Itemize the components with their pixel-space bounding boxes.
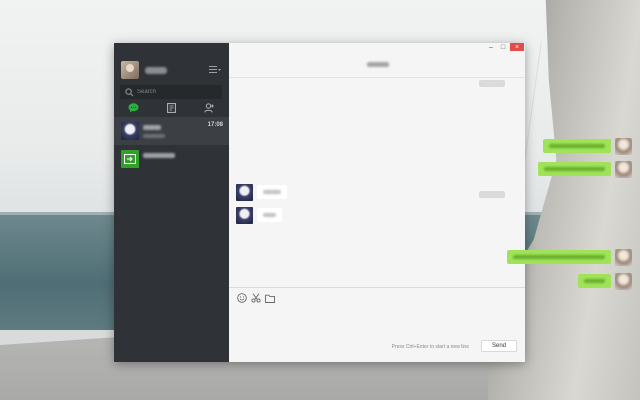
incoming-message-bubble[interactable] bbox=[257, 208, 282, 222]
contacts-book-icon bbox=[167, 103, 176, 113]
user-avatar[interactable] bbox=[121, 61, 139, 79]
outgoing-message-bubble[interactable] bbox=[543, 139, 611, 153]
outgoing-message-bubble[interactable] bbox=[507, 250, 611, 264]
my-avatar[interactable] bbox=[615, 138, 632, 155]
emoji-icon bbox=[237, 293, 247, 303]
header-divider bbox=[229, 77, 525, 78]
menu-icon[interactable] bbox=[209, 66, 221, 75]
tab-contacts-book[interactable] bbox=[152, 101, 190, 115]
message-text-blurred bbox=[584, 279, 605, 283]
incoming-message-bubble[interactable] bbox=[257, 185, 287, 199]
sidebar: 17:08 bbox=[114, 43, 229, 362]
chat-list-item[interactable]: 17:08 bbox=[114, 117, 229, 145]
sidebar-tabs bbox=[114, 101, 229, 115]
window-titlebar: – □ × bbox=[229, 43, 525, 53]
contact-avatar[interactable] bbox=[236, 184, 253, 201]
outgoing-message-bubble[interactable] bbox=[578, 274, 611, 288]
chat-name-blurred bbox=[143, 153, 175, 158]
wechat-window: 17:08 – □ × ·· ·· ·· ·· ·· ·· bbox=[114, 43, 632, 362]
time-separator: ·· ·· ·· bbox=[479, 80, 505, 87]
add-contact-icon bbox=[204, 103, 215, 113]
message-composer[interactable]: Press Ctrl+Enter to start a new line Sen… bbox=[229, 288, 525, 362]
message-text-blurred bbox=[549, 144, 605, 148]
maximize-button[interactable]: □ bbox=[498, 43, 508, 51]
file-transfer-icon bbox=[124, 154, 136, 164]
chat-avatar bbox=[121, 122, 139, 140]
chat-preview-blurred bbox=[143, 133, 165, 138]
profile bbox=[121, 60, 222, 80]
emoji-button[interactable] bbox=[237, 293, 247, 303]
tab-add-contact[interactable] bbox=[191, 101, 229, 115]
screenshot-button[interactable] bbox=[251, 293, 261, 303]
profile-name-blurred bbox=[145, 66, 167, 74]
close-button[interactable]: × bbox=[510, 43, 524, 51]
contact-avatar[interactable] bbox=[236, 207, 253, 224]
chat-meta-blurred bbox=[143, 124, 203, 138]
message-text-blurred bbox=[544, 167, 605, 171]
search-input[interactable] bbox=[137, 89, 217, 95]
chat-name-blurred bbox=[143, 124, 161, 130]
my-avatar[interactable] bbox=[615, 161, 632, 178]
chat-time: 17:08 bbox=[207, 122, 223, 128]
search-box[interactable] bbox=[120, 85, 222, 99]
chat-bubble-icon bbox=[128, 103, 139, 113]
my-avatar[interactable] bbox=[615, 249, 632, 266]
chat-title-blurred bbox=[367, 62, 389, 67]
send-button[interactable]: Send bbox=[481, 340, 517, 352]
folder-icon bbox=[265, 294, 275, 303]
chat-panel: – □ × ·· ·· ·· ·· ·· ·· Press Ctrl+Enter… bbox=[229, 43, 632, 362]
time-separator: ·· ·· ·· bbox=[479, 191, 505, 198]
outgoing-message-bubble[interactable] bbox=[538, 162, 611, 176]
file-transfer-avatar bbox=[121, 150, 139, 168]
search-icon bbox=[125, 87, 134, 96]
message-text-blurred bbox=[513, 255, 605, 259]
message-text-blurred bbox=[263, 190, 281, 194]
scissors-icon bbox=[251, 293, 261, 303]
minimize-button[interactable]: – bbox=[486, 43, 496, 51]
chat-list-item[interactable] bbox=[114, 145, 229, 173]
new-line-hint: Press Ctrl+Enter to start a new line bbox=[391, 344, 469, 350]
send-file-button[interactable] bbox=[265, 293, 275, 303]
menu-lines-icon bbox=[209, 66, 221, 73]
message-text-blurred bbox=[263, 213, 276, 217]
tab-chats[interactable] bbox=[114, 101, 152, 115]
my-avatar[interactable] bbox=[615, 273, 632, 290]
